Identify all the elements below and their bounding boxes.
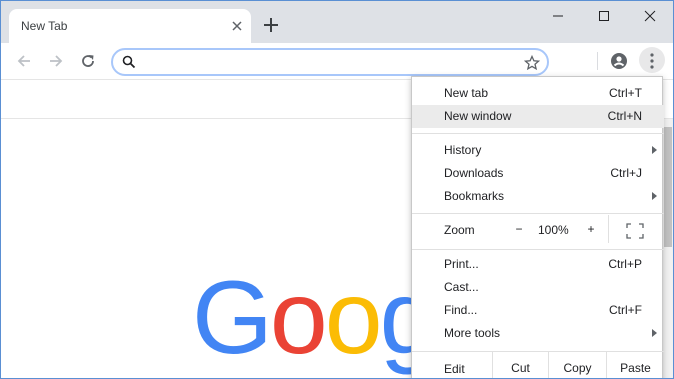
star-icon[interactable] [524, 55, 540, 71]
menu-item-label: New tab [444, 86, 489, 100]
close-icon [644, 10, 656, 22]
forward-icon[interactable] [47, 52, 65, 70]
zoom-row: Zoom − 100% + [412, 215, 664, 243]
menu-item-history[interactable]: History [412, 139, 664, 162]
edit-label: Edit [444, 362, 465, 376]
menu-item-label: History [444, 143, 482, 157]
cut-button[interactable]: Cut [492, 352, 548, 378]
submenu-arrow-icon [652, 329, 657, 337]
menu-separator [412, 249, 664, 250]
copy-button[interactable]: Copy [548, 352, 606, 378]
browser-window: New Tab Goog New tab Ctrl+T New window C… [0, 0, 674, 379]
tab-title: New Tab [21, 19, 68, 33]
paste-button[interactable]: Paste [606, 352, 664, 378]
scrollbar[interactable] [663, 119, 673, 378]
maximize-icon [599, 11, 609, 21]
close-icon[interactable] [229, 18, 245, 34]
zoom-in-button[interactable]: + [584, 222, 598, 236]
omnibox[interactable] [111, 48, 549, 76]
close-window-button[interactable] [627, 1, 673, 31]
zoom-divider [608, 215, 609, 243]
logo-letter: o [324, 260, 383, 376]
zoom-value: 100% [538, 223, 569, 237]
menu-item-new-window[interactable]: New window Ctrl+N [412, 105, 664, 128]
minimize-icon [553, 15, 563, 17]
menu-item-shortcut: Ctrl+F [609, 303, 642, 317]
google-logo: Goog [192, 260, 437, 376]
zoom-out-button[interactable]: − [512, 222, 526, 236]
logo-letter: o [269, 260, 328, 376]
profile-icon[interactable] [610, 52, 628, 70]
menu-item-shortcut: Ctrl+T [609, 86, 642, 100]
chrome-menu: New tab Ctrl+T New window Ctrl+N History… [411, 76, 664, 378]
kebab-menu-icon[interactable] [649, 53, 655, 69]
menu-item-print[interactable]: Print... Ctrl+P [412, 253, 664, 276]
zoom-label: Zoom [444, 223, 475, 237]
menu-item-label: Bookmarks [444, 189, 505, 203]
menu-item-label: More tools [444, 326, 501, 340]
menu-separator [412, 133, 664, 134]
fullscreen-icon[interactable] [626, 223, 644, 239]
menu-item-label: Cast... [444, 280, 479, 294]
menu-item-label: Find... [444, 303, 478, 317]
menu-item-label: New window [444, 109, 512, 123]
tab-strip: New Tab [1, 1, 673, 43]
toolbar-separator [597, 52, 598, 70]
minimize-button[interactable] [535, 1, 581, 31]
menu-item-shortcut: Ctrl+J [610, 166, 642, 180]
toolbar [1, 43, 673, 79]
edit-row: Edit Cut Copy Paste [412, 352, 664, 378]
submenu-arrow-icon [652, 192, 657, 200]
menu-item-cast[interactable]: Cast... [412, 276, 664, 299]
menu-item-new-tab[interactable]: New tab Ctrl+T [412, 82, 664, 105]
menu-item-shortcut: Ctrl+P [608, 257, 642, 271]
menu-separator [412, 213, 664, 214]
submenu-arrow-icon [652, 146, 657, 154]
scrollbar-thumb[interactable] [664, 127, 672, 247]
back-icon[interactable] [15, 52, 33, 70]
menu-item-find[interactable]: Find... Ctrl+F [412, 299, 664, 322]
menu-item-more-tools[interactable]: More tools [412, 322, 664, 345]
logo-letter: G [192, 260, 273, 376]
search-icon [122, 55, 136, 69]
maximize-button[interactable] [581, 1, 627, 31]
menu-item-label: Downloads [444, 166, 504, 180]
menu-item-label: Print... [444, 257, 479, 271]
tab-new-tab[interactable]: New Tab [9, 9, 251, 43]
plus-icon[interactable] [261, 15, 281, 35]
menu-item-shortcut: Ctrl+N [607, 109, 642, 123]
reload-icon[interactable] [79, 52, 97, 70]
menu-item-bookmarks[interactable]: Bookmarks [412, 185, 664, 208]
menu-item-downloads[interactable]: Downloads Ctrl+J [412, 162, 664, 185]
